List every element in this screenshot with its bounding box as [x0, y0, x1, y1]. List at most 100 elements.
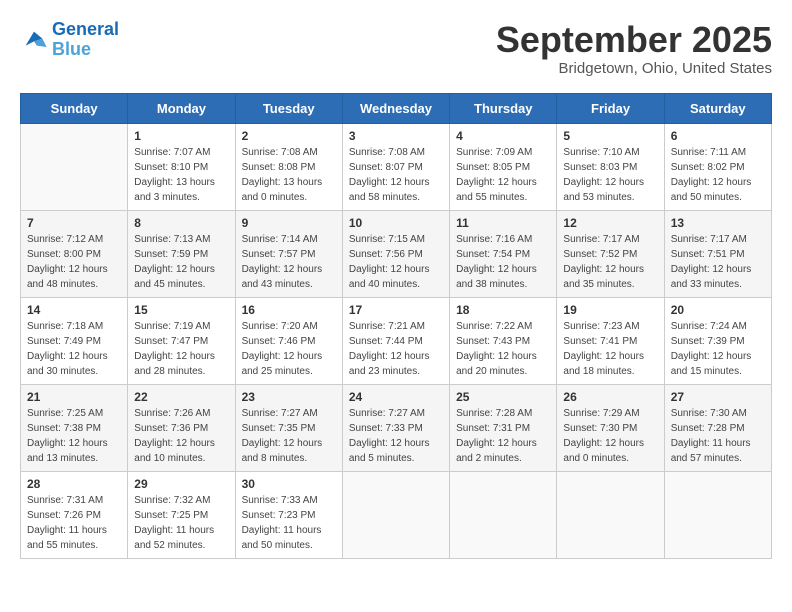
calendar-cell: 27 Sunrise: 7:30 AM Sunset: 7:28 PM Dayl… [664, 384, 771, 471]
calendar-cell: 17 Sunrise: 7:21 AM Sunset: 7:44 PM Dayl… [342, 297, 449, 384]
daylight-text: Daylight: 12 hours and 28 minutes. [134, 351, 215, 377]
daylight-text: Daylight: 11 hours and 55 minutes. [27, 525, 107, 551]
sunrise-text: Sunrise: 7:09 AM [456, 147, 532, 158]
sunrise-text: Sunrise: 7:28 AM [456, 408, 532, 419]
calendar-cell: 12 Sunrise: 7:17 AM Sunset: 7:52 PM Dayl… [557, 210, 664, 297]
calendar-cell [450, 471, 557, 558]
calendar-cell: 1 Sunrise: 7:07 AM Sunset: 8:10 PM Dayli… [128, 123, 235, 210]
sunrise-text: Sunrise: 7:17 AM [671, 234, 747, 245]
daylight-text: Daylight: 12 hours and 43 minutes. [242, 264, 323, 290]
calendar-cell: 10 Sunrise: 7:15 AM Sunset: 7:56 PM Dayl… [342, 210, 449, 297]
day-info: Sunrise: 7:13 AM Sunset: 7:59 PM Dayligh… [134, 232, 228, 292]
sunrise-text: Sunrise: 7:11 AM [671, 147, 746, 158]
daylight-text: Daylight: 12 hours and 2 minutes. [456, 438, 537, 464]
sunset-text: Sunset: 7:41 PM [563, 336, 637, 347]
calendar-cell: 23 Sunrise: 7:27 AM Sunset: 7:35 PM Dayl… [235, 384, 342, 471]
calendar-cell: 30 Sunrise: 7:33 AM Sunset: 7:23 PM Dayl… [235, 471, 342, 558]
day-info: Sunrise: 7:28 AM Sunset: 7:31 PM Dayligh… [456, 406, 550, 466]
sunrise-text: Sunrise: 7:07 AM [134, 147, 210, 158]
calendar-cell [342, 471, 449, 558]
sunset-text: Sunset: 8:07 PM [349, 162, 423, 173]
sunrise-text: Sunrise: 7:25 AM [27, 408, 103, 419]
sunset-text: Sunset: 8:02 PM [671, 162, 745, 173]
calendar-week-5: 28 Sunrise: 7:31 AM Sunset: 7:26 PM Dayl… [21, 471, 772, 558]
sunrise-text: Sunrise: 7:26 AM [134, 408, 210, 419]
day-number: 2 [242, 129, 336, 143]
sunset-text: Sunset: 8:00 PM [27, 249, 101, 260]
sunset-text: Sunset: 7:57 PM [242, 249, 316, 260]
sunrise-text: Sunrise: 7:20 AM [242, 321, 318, 332]
sunrise-text: Sunrise: 7:12 AM [27, 234, 103, 245]
day-info: Sunrise: 7:08 AM Sunset: 8:07 PM Dayligh… [349, 145, 443, 205]
daylight-text: Daylight: 12 hours and 13 minutes. [27, 438, 108, 464]
calendar-cell: 16 Sunrise: 7:20 AM Sunset: 7:46 PM Dayl… [235, 297, 342, 384]
day-info: Sunrise: 7:17 AM Sunset: 7:51 PM Dayligh… [671, 232, 765, 292]
daylight-text: Daylight: 12 hours and 45 minutes. [134, 264, 215, 290]
daylight-text: Daylight: 12 hours and 35 minutes. [563, 264, 644, 290]
sunrise-text: Sunrise: 7:24 AM [671, 321, 747, 332]
daylight-text: Daylight: 12 hours and 25 minutes. [242, 351, 323, 377]
day-number: 24 [349, 390, 443, 404]
day-number: 22 [134, 390, 228, 404]
day-info: Sunrise: 7:24 AM Sunset: 7:39 PM Dayligh… [671, 319, 765, 379]
day-info: Sunrise: 7:08 AM Sunset: 8:08 PM Dayligh… [242, 145, 336, 205]
calendar-cell: 28 Sunrise: 7:31 AM Sunset: 7:26 PM Dayl… [21, 471, 128, 558]
sunset-text: Sunset: 7:30 PM [563, 423, 637, 434]
sunset-text: Sunset: 7:43 PM [456, 336, 530, 347]
daylight-text: Daylight: 12 hours and 40 minutes. [349, 264, 430, 290]
sunrise-text: Sunrise: 7:08 AM [349, 147, 425, 158]
calendar-cell: 25 Sunrise: 7:28 AM Sunset: 7:31 PM Dayl… [450, 384, 557, 471]
sunset-text: Sunset: 7:31 PM [456, 423, 530, 434]
page-header: General Blue September 2025 Bridgetown, … [20, 20, 772, 77]
month-title: September 2025 [496, 20, 772, 60]
header-thursday: Thursday [450, 93, 557, 123]
sunrise-text: Sunrise: 7:30 AM [671, 408, 747, 419]
calendar-week-2: 7 Sunrise: 7:12 AM Sunset: 8:00 PM Dayli… [21, 210, 772, 297]
day-number: 12 [563, 216, 657, 230]
day-info: Sunrise: 7:16 AM Sunset: 7:54 PM Dayligh… [456, 232, 550, 292]
calendar-cell: 4 Sunrise: 7:09 AM Sunset: 8:05 PM Dayli… [450, 123, 557, 210]
sunset-text: Sunset: 7:23 PM [242, 510, 316, 521]
day-info: Sunrise: 7:15 AM Sunset: 7:56 PM Dayligh… [349, 232, 443, 292]
sunrise-text: Sunrise: 7:32 AM [134, 495, 210, 506]
day-info: Sunrise: 7:11 AM Sunset: 8:02 PM Dayligh… [671, 145, 765, 205]
day-info: Sunrise: 7:26 AM Sunset: 7:36 PM Dayligh… [134, 406, 228, 466]
day-info: Sunrise: 7:22 AM Sunset: 7:43 PM Dayligh… [456, 319, 550, 379]
day-number: 3 [349, 129, 443, 143]
day-info: Sunrise: 7:31 AM Sunset: 7:26 PM Dayligh… [27, 493, 121, 553]
sunrise-text: Sunrise: 7:10 AM [563, 147, 639, 158]
daylight-text: Daylight: 12 hours and 58 minutes. [349, 177, 430, 203]
calendar-cell: 14 Sunrise: 7:18 AM Sunset: 7:49 PM Dayl… [21, 297, 128, 384]
day-number: 27 [671, 390, 765, 404]
day-info: Sunrise: 7:19 AM Sunset: 7:47 PM Dayligh… [134, 319, 228, 379]
sunset-text: Sunset: 7:28 PM [671, 423, 745, 434]
calendar-cell: 7 Sunrise: 7:12 AM Sunset: 8:00 PM Dayli… [21, 210, 128, 297]
day-info: Sunrise: 7:32 AM Sunset: 7:25 PM Dayligh… [134, 493, 228, 553]
day-info: Sunrise: 7:14 AM Sunset: 7:57 PM Dayligh… [242, 232, 336, 292]
logo-text: General Blue [52, 20, 119, 60]
daylight-text: Daylight: 12 hours and 23 minutes. [349, 351, 430, 377]
sunset-text: Sunset: 8:10 PM [134, 162, 208, 173]
day-number: 18 [456, 303, 550, 317]
calendar-cell: 21 Sunrise: 7:25 AM Sunset: 7:38 PM Dayl… [21, 384, 128, 471]
calendar-cell: 22 Sunrise: 7:26 AM Sunset: 7:36 PM Dayl… [128, 384, 235, 471]
daylight-text: Daylight: 11 hours and 52 minutes. [134, 525, 214, 551]
sunset-text: Sunset: 7:25 PM [134, 510, 208, 521]
calendar-header: Sunday Monday Tuesday Wednesday Thursday… [21, 93, 772, 123]
calendar-cell: 29 Sunrise: 7:32 AM Sunset: 7:25 PM Dayl… [128, 471, 235, 558]
sunrise-text: Sunrise: 7:17 AM [563, 234, 639, 245]
calendar-table: Sunday Monday Tuesday Wednesday Thursday… [20, 93, 772, 559]
sunset-text: Sunset: 7:47 PM [134, 336, 208, 347]
daylight-text: Daylight: 12 hours and 20 minutes. [456, 351, 537, 377]
sunset-text: Sunset: 7:33 PM [349, 423, 423, 434]
header-tuesday: Tuesday [235, 93, 342, 123]
sunset-text: Sunset: 8:03 PM [563, 162, 637, 173]
calendar-cell: 6 Sunrise: 7:11 AM Sunset: 8:02 PM Dayli… [664, 123, 771, 210]
calendar-cell: 5 Sunrise: 7:10 AM Sunset: 8:03 PM Dayli… [557, 123, 664, 210]
sunrise-text: Sunrise: 7:18 AM [27, 321, 103, 332]
calendar-cell [557, 471, 664, 558]
day-number: 25 [456, 390, 550, 404]
sunrise-text: Sunrise: 7:29 AM [563, 408, 639, 419]
day-number: 5 [563, 129, 657, 143]
sunset-text: Sunset: 7:59 PM [134, 249, 208, 260]
